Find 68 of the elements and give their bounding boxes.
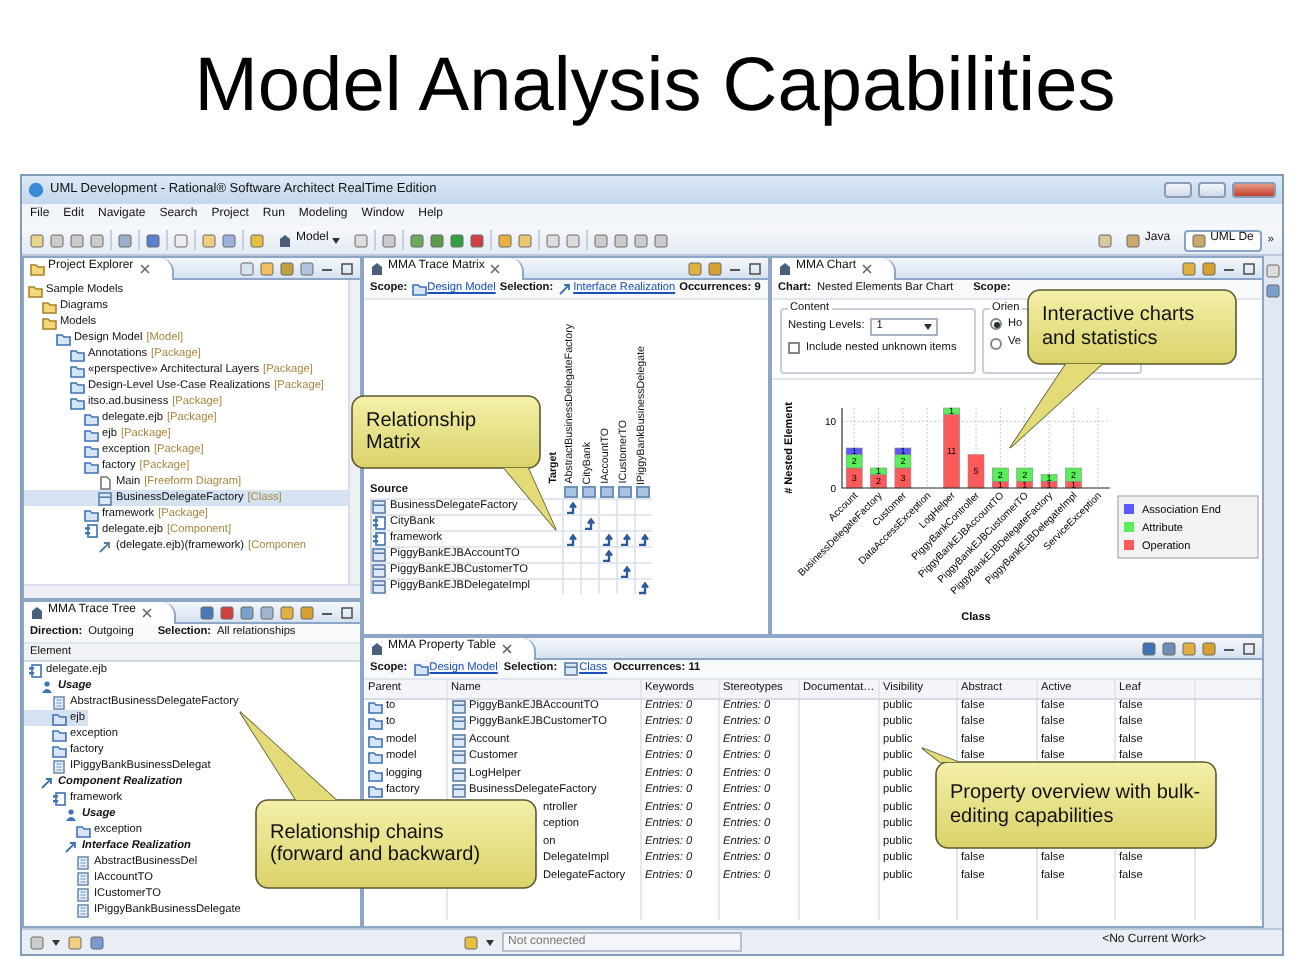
maximize-icon[interactable] (1242, 261, 1256, 275)
link-arrow-icon (565, 533, 579, 545)
radio-button[interactable] (990, 337, 1002, 350)
callout-text: Property overview with bulk-editing capabilities (950, 782, 1202, 828)
caret-icon (52, 939, 60, 945)
app-icon (28, 182, 44, 198)
caret-icon (924, 323, 933, 330)
minimize-button[interactable] (1164, 182, 1192, 198)
matrix-cell[interactable] (562, 530, 580, 546)
legend-box (1117, 495, 1259, 559)
matrix-cell[interactable] (634, 530, 652, 546)
link-arrow-icon (583, 517, 597, 529)
toolbar-icon[interactable] (464, 935, 479, 949)
matrix-cell[interactable] (598, 546, 616, 562)
interface-icon (52, 695, 66, 709)
matrix-cell[interactable] (616, 530, 634, 546)
matrix-cell[interactable] (562, 498, 580, 514)
arrow-icon (40, 775, 54, 789)
view-icon (278, 233, 292, 247)
view-icon (370, 261, 384, 275)
close-icon[interactable] (499, 641, 514, 655)
radio-button[interactable] (990, 318, 1002, 331)
scrollbar[interactable] (24, 584, 360, 598)
matrix-cell[interactable] (580, 514, 598, 530)
component-icon (84, 523, 98, 537)
component-icon (28, 663, 42, 677)
folder-icon (76, 823, 90, 837)
maximize-icon[interactable] (748, 261, 762, 275)
matrix-cell[interactable] (598, 530, 616, 546)
close-icon[interactable] (860, 261, 875, 275)
close-button[interactable] (1232, 182, 1276, 198)
link-arrow-icon (601, 533, 615, 545)
link-arrow-icon (637, 581, 651, 593)
maximize-icon[interactable] (1242, 641, 1256, 655)
chart-bar (967, 454, 985, 489)
caret-icon (486, 939, 495, 945)
callout-text: Interactive charts and statistics (1042, 304, 1197, 350)
link-arrow-icon (637, 533, 651, 545)
slide-title: Model Analysis Capabilities (194, 44, 1116, 130)
maximize-button[interactable] (1198, 182, 1226, 198)
class-icon (98, 491, 112, 505)
link-arrow-icon (619, 533, 633, 545)
matrix-cell[interactable] (634, 578, 652, 594)
link-arrow-icon (565, 501, 579, 513)
component-icon (52, 791, 66, 805)
close-icon[interactable] (140, 605, 155, 619)
callout-text: Relationship chains (forward and backward) (270, 821, 483, 867)
matrix-cell[interactable] (616, 562, 634, 578)
toolbar-icon[interactable] (30, 935, 44, 949)
person-icon (40, 679, 54, 693)
class-icon (372, 500, 386, 514)
link-arrow-icon (601, 549, 615, 561)
arrow-icon (64, 839, 78, 853)
maximize-icon[interactable] (340, 605, 354, 619)
maximize-icon[interactable] (340, 261, 354, 275)
close-icon[interactable] (137, 261, 152, 275)
person-icon (64, 807, 78, 821)
view-icon (370, 641, 384, 655)
arrow-icon (98, 539, 112, 553)
caret-icon (332, 237, 341, 243)
view-icon (778, 261, 792, 275)
link-arrow-icon (619, 565, 633, 577)
checkbox[interactable] (788, 342, 800, 355)
interface-icon (52, 759, 66, 773)
close-icon[interactable] (488, 261, 503, 275)
callout-text: Relationship Matrix (366, 409, 479, 455)
arrow-icon (557, 282, 572, 296)
view-icon (30, 605, 44, 619)
